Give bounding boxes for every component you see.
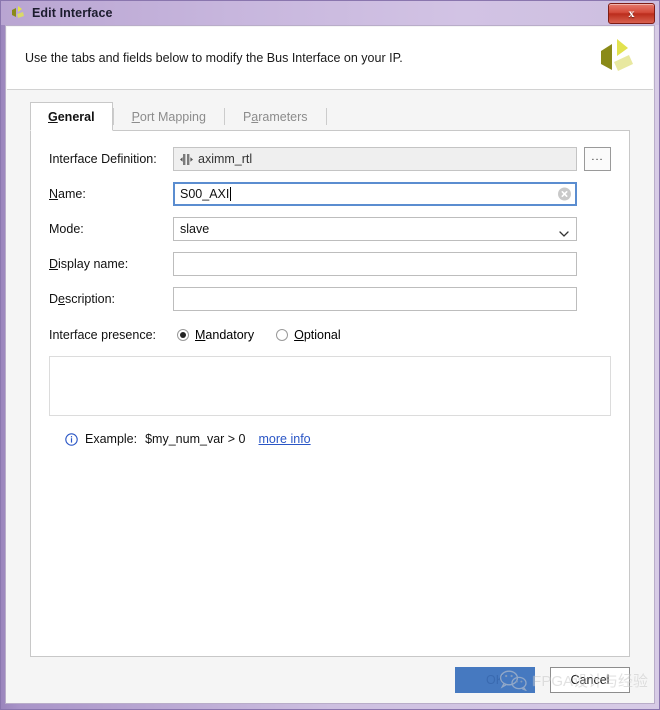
name-value: S00_AXI [180,187,230,201]
clear-circle-icon[interactable] [558,187,571,201]
display-name-row: Display name: [49,252,611,276]
example-label: Example: [85,432,138,446]
info-circle-icon [65,432,78,446]
edit-interface-dialog: Edit Interface x Use the tabs and fields… [0,0,660,710]
bus-interface-icon [180,153,193,166]
cancel-button-label: Cancel [570,673,610,687]
dialog-footer: OK Cancel FPGA设计与经验 [6,657,654,703]
banner-instruction-text: Use the tabs and fields below to modify … [25,51,403,65]
dialog-body: Use the tabs and fields below to modify … [5,25,655,704]
cancel-button[interactable]: Cancel [550,667,630,693]
ellipsis-icon: ... [591,150,604,163]
interface-definition-browse-button[interactable]: ... [584,147,611,171]
mode-row: Mode: slave [49,217,611,241]
title-bar: Edit Interface x [1,1,659,25]
name-input[interactable]: S00_AXI [173,182,577,206]
tabs-container: General Port Mapping Parameters Interfac… [6,90,654,657]
radio-mandatory-label: Mandatory [195,328,255,342]
example-expression: $my_num_var > 0 [145,432,246,446]
interface-presence-label: Interface presence: [49,328,157,342]
tab-port-mapping-label: Port Mapping [131,109,206,124]
text-caret [230,187,232,201]
radio-optional-indicator [276,329,289,341]
description-row: Description: [49,287,611,311]
xilinx-logo-icon [9,5,26,22]
tab-general-label: General [48,109,95,124]
radio-optional[interactable]: Optional [276,328,341,342]
general-tab-panel: Interface Definition: aximm_rtl ... Name… [30,130,630,657]
enablement-expression-box[interactable] [49,356,611,416]
mode-dropdown[interactable]: slave [173,217,577,241]
description-input[interactable] [173,287,577,311]
ok-button-label: OK [485,673,505,687]
interface-definition-row: Interface Definition: aximm_rtl ... [49,147,611,171]
radio-mandatory-indicator [177,329,189,341]
tab-port-mapping[interactable]: Port Mapping [114,102,224,130]
ok-button[interactable]: OK [455,667,535,693]
display-name-label: Display name: [49,257,129,271]
tab-parameters-label: Parameters [242,109,308,124]
tab-divider [325,108,327,125]
xilinx-logo-icon [595,37,635,79]
example-hint-row: Example: $my_num_var > 0 more info [65,432,611,446]
tab-parameters[interactable]: Parameters [225,102,326,130]
description-label: Description: [49,292,116,306]
radio-optional-label: Optional [294,328,341,342]
mode-label: Mode: [49,222,84,236]
close-icon: x [628,6,635,20]
interface-definition-value: aximm_rtl [198,152,253,166]
header-banner: Use the tabs and fields below to modify … [7,27,653,90]
name-row: Name: S00_AXI [49,182,611,206]
display-name-input[interactable] [173,252,577,276]
interface-definition-label: Interface Definition: [49,152,157,166]
interface-presence-radio-group: Mandatory Optional [177,328,611,342]
interface-definition-field: aximm_rtl [173,147,577,171]
chevron-down-icon[interactable] [559,226,569,237]
close-button[interactable]: x [608,3,655,24]
mode-value: slave [180,222,210,236]
interface-presence-row: Interface presence: Mandatory Optional [49,328,611,342]
tabstrip: General Port Mapping Parameters [30,101,630,131]
tab-general[interactable]: General [30,102,113,131]
window-title: Edit Interface [32,6,113,20]
more-info-link[interactable]: more info [259,432,311,446]
radio-mandatory[interactable]: Mandatory [177,328,254,342]
name-label: Name: [49,187,86,201]
